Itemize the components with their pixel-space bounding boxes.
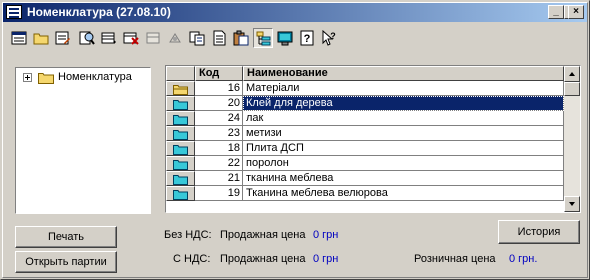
retail-price-label: Розничная цена	[414, 253, 496, 265]
sale-price-without-vat-value: 0 грн	[313, 229, 339, 241]
row-indicator[interactable]	[166, 141, 195, 156]
without-vat-label: Без НДС:	[164, 229, 212, 241]
code-column-header[interactable]: Код	[195, 66, 243, 81]
table-row[interactable]: 24 лак	[166, 111, 564, 126]
folder-icon	[173, 100, 188, 110]
scroll-thumb[interactable]	[564, 82, 580, 96]
svg-text:?: ?	[330, 31, 336, 41]
code-cell[interactable]: 18	[195, 141, 243, 156]
history-button[interactable]: История	[498, 220, 580, 244]
sale-price-label-vat: Продажная цена	[220, 253, 306, 265]
copy-disabled-icon[interactable]	[143, 28, 163, 48]
tree-panel[interactable]: Номенклатура	[15, 67, 151, 214]
code-cell[interactable]: 16	[195, 81, 243, 96]
items-grid[interactable]: Код Наименование 16 Матеріали 20 Клей для д…	[165, 65, 581, 213]
sale-price-label: Продажная цена	[220, 229, 306, 241]
svg-text:?: ?	[304, 33, 311, 45]
window-title: Номенклатура (27.08.10)	[27, 5, 171, 19]
grid-header: Код Наименование	[166, 66, 564, 81]
table-row[interactable]: 16 Матеріали	[166, 81, 564, 96]
row-indicator[interactable]	[166, 186, 195, 201]
paste-icon[interactable]	[231, 28, 251, 48]
indicator-column-header[interactable]	[166, 66, 195, 81]
title-bar[interactable]: Номенклатура (27.08.10) _ □ ×	[3, 3, 587, 22]
code-cell[interactable]: 20	[195, 96, 243, 111]
table-row[interactable]: 18 Плита ДСП	[166, 141, 564, 156]
tree-expand-toggle[interactable]	[23, 73, 32, 82]
row-indicator[interactable]	[166, 111, 195, 126]
retail-price-value: 0 грн.	[509, 253, 538, 265]
row-indicator[interactable]	[166, 96, 195, 111]
name-cell[interactable]: метизи	[243, 126, 564, 141]
name-cell[interactable]: поролон	[243, 156, 564, 171]
folder-icon	[173, 130, 188, 140]
scroll-down-button[interactable]	[564, 196, 580, 212]
code-cell[interactable]: 19	[195, 186, 243, 201]
tree-root-label[interactable]: Номенклатура	[58, 71, 132, 83]
document-icon[interactable]	[209, 28, 229, 48]
name-cell[interactable]: Клей для дерева	[243, 96, 564, 111]
delete-row-icon[interactable]	[121, 28, 141, 48]
code-cell[interactable]: 23	[195, 126, 243, 141]
new-list-icon[interactable]	[9, 28, 29, 48]
folder-icon	[173, 145, 188, 155]
edit-list-icon[interactable]	[53, 28, 73, 48]
folder-icon	[173, 175, 188, 185]
name-cell[interactable]: Тканина меблева велюрова	[243, 186, 564, 201]
name-cell[interactable]: тканина меблева	[243, 171, 564, 186]
sale-price-with-vat-value: 0 грн	[313, 253, 339, 265]
print-button[interactable]: Печать	[15, 226, 117, 248]
table-row[interactable]: 23 метизи	[166, 126, 564, 141]
scroll-up-button[interactable]	[564, 66, 580, 82]
folder-icon[interactable]	[31, 28, 51, 48]
table-row[interactable]: 20 Клей для дерева	[166, 96, 564, 111]
context-help-icon[interactable]: ?	[319, 28, 339, 48]
tree-view-icon[interactable]	[253, 28, 273, 48]
tree-folder-icon	[38, 73, 54, 84]
name-column-header[interactable]: Наименование	[243, 66, 564, 81]
name-cell[interactable]: Плита ДСП	[243, 141, 564, 156]
monitor-icon[interactable]	[275, 28, 295, 48]
find-icon[interactable]	[77, 28, 97, 48]
link-disabled-icon[interactable]	[165, 28, 185, 48]
copy-icon[interactable]	[187, 28, 207, 48]
open-folder-icon	[173, 85, 188, 95]
add-row-icon[interactable]	[99, 28, 119, 48]
minimize-button[interactable]: _	[548, 5, 564, 19]
toolbar: ? ?	[7, 25, 567, 51]
code-cell[interactable]: 22	[195, 156, 243, 171]
folder-icon	[173, 190, 188, 200]
open-parties-button[interactable]: Открыть партии	[15, 251, 117, 273]
row-indicator[interactable]	[166, 156, 195, 171]
window-icon[interactable]	[6, 5, 22, 19]
help-icon[interactable]: ?	[297, 28, 317, 48]
with-vat-label: С НДС:	[173, 253, 211, 265]
folder-icon	[173, 115, 188, 125]
vertical-scrollbar[interactable]	[564, 66, 580, 212]
name-cell[interactable]: лак	[243, 111, 564, 126]
code-cell[interactable]: 21	[195, 171, 243, 186]
table-row[interactable]: 21 тканина меблева	[166, 171, 564, 186]
folder-icon	[173, 160, 188, 170]
row-indicator[interactable]	[166, 126, 195, 141]
row-indicator[interactable]	[166, 81, 195, 96]
close-button[interactable]: ×	[568, 5, 584, 19]
code-cell[interactable]: 24	[195, 111, 243, 126]
table-row[interactable]: 19 Тканина меблева велюрова	[166, 186, 564, 201]
name-cell[interactable]: Матеріали	[243, 81, 564, 96]
table-row[interactable]: 22 поролон	[166, 156, 564, 171]
row-indicator[interactable]	[166, 171, 195, 186]
app-window: Номенклатура (27.08.10) _ □ ×	[0, 0, 590, 280]
